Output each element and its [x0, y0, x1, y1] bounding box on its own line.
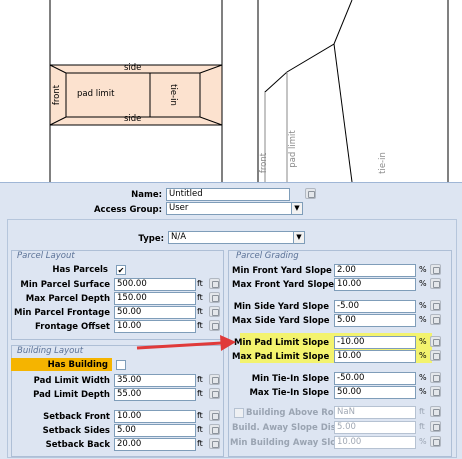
annotation-arrow-shaft	[136, 341, 223, 350]
annotation-arrow-layer	[136, 335, 236, 351]
annotation-arrow-head	[220, 335, 236, 351]
